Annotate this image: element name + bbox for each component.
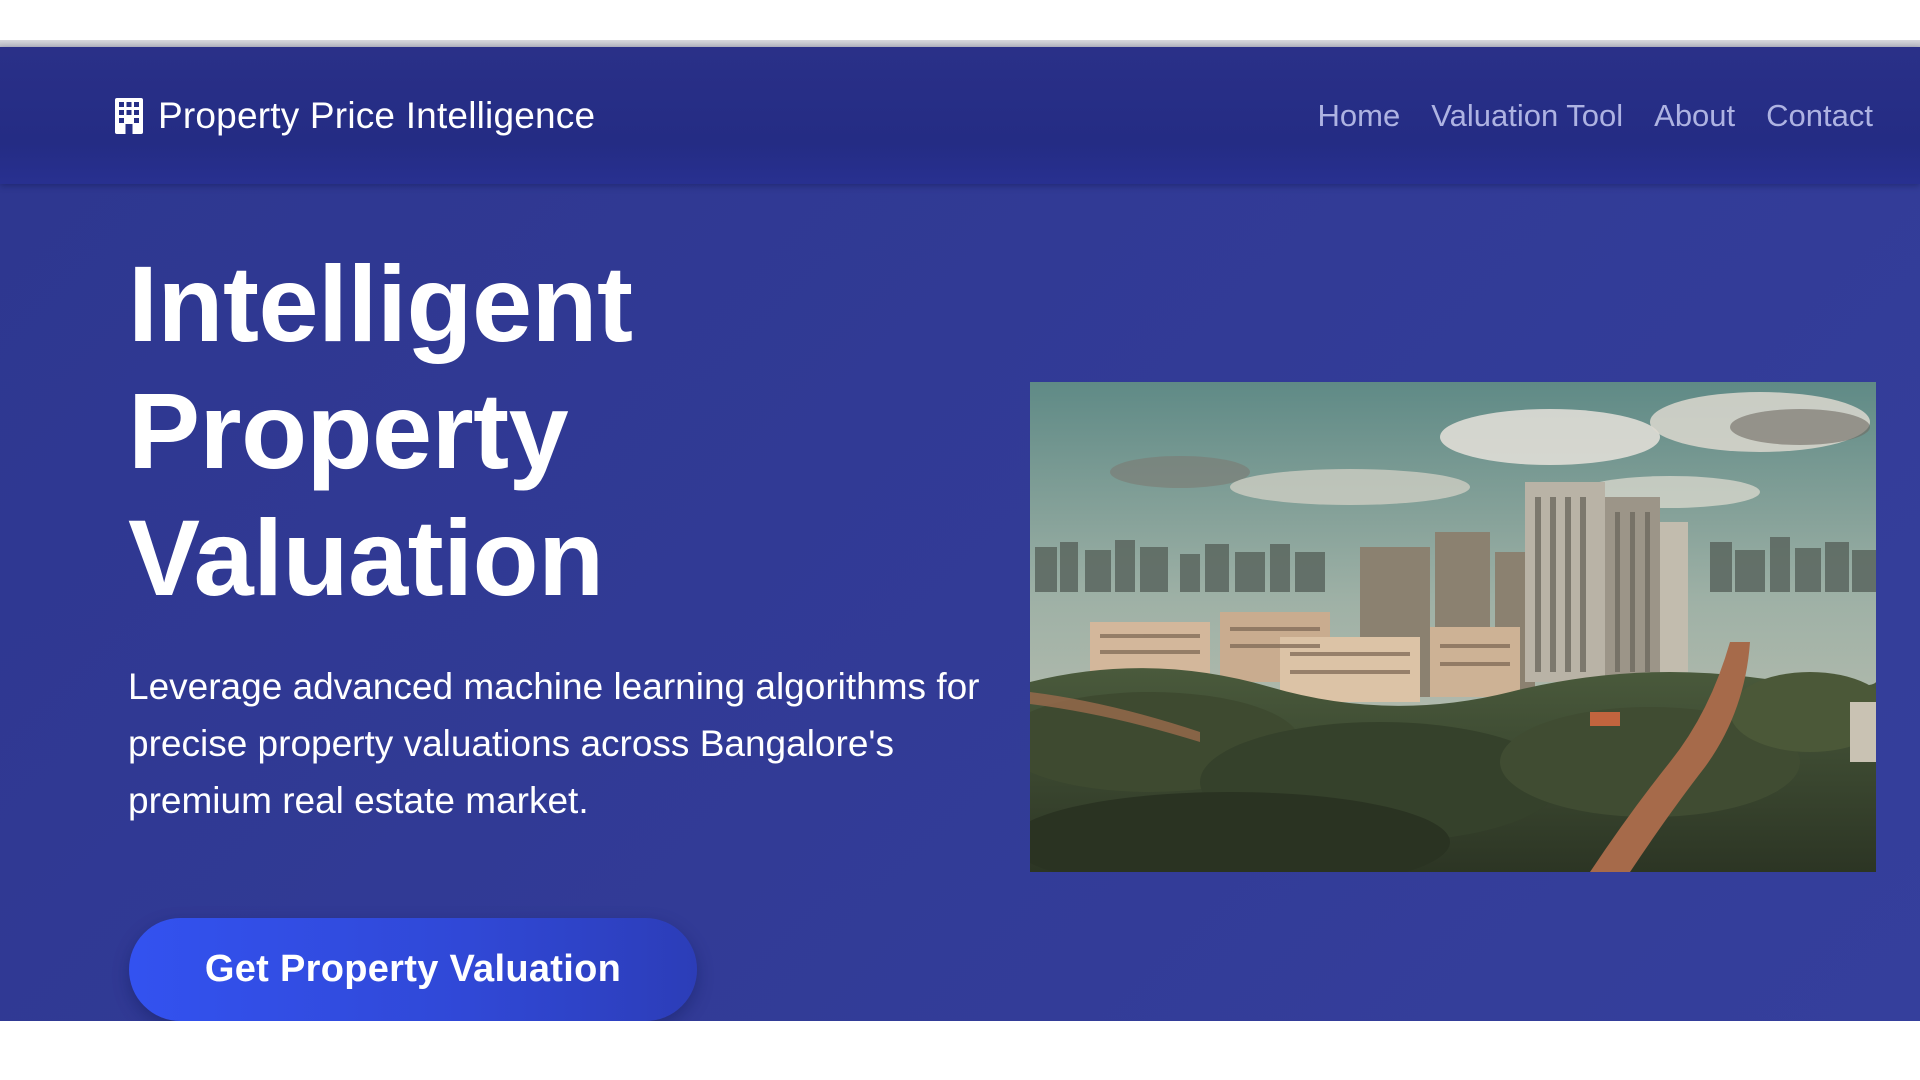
top-divider <box>0 40 1920 47</box>
city-skyline-photo <box>1030 382 1876 872</box>
hero-subtitle: Leverage advanced machine learning algor… <box>128 666 980 821</box>
brand-link[interactable]: Property Price Intelligence <box>114 47 595 184</box>
browser-viewport: Property Price Intelligence Home Valuati… <box>0 0 1920 1080</box>
page-bottom-area <box>0 1021 1920 1080</box>
nav-valuation-tool-link[interactable]: Valuation Tool <box>1431 98 1623 134</box>
hero-section: Intelligent Property Valuation Leverage … <box>0 184 1920 1021</box>
nav-about-link[interactable]: About <box>1654 98 1735 134</box>
nav-home-link[interactable]: Home <box>1318 98 1401 134</box>
navbar: Property Price Intelligence Home Valuati… <box>0 47 1920 184</box>
brand-name: Property Price Intelligence <box>158 94 596 136</box>
nav-menu: Home Valuation Tool About Contact <box>1318 47 1873 184</box>
nav-contact-link[interactable]: Contact <box>1766 98 1873 134</box>
hero-title: Intelligent Property Valuation <box>128 243 633 618</box>
hero-image <box>1030 382 1876 872</box>
building-icon <box>115 97 143 134</box>
get-valuation-button[interactable]: Get Property Valuation <box>129 918 697 1021</box>
